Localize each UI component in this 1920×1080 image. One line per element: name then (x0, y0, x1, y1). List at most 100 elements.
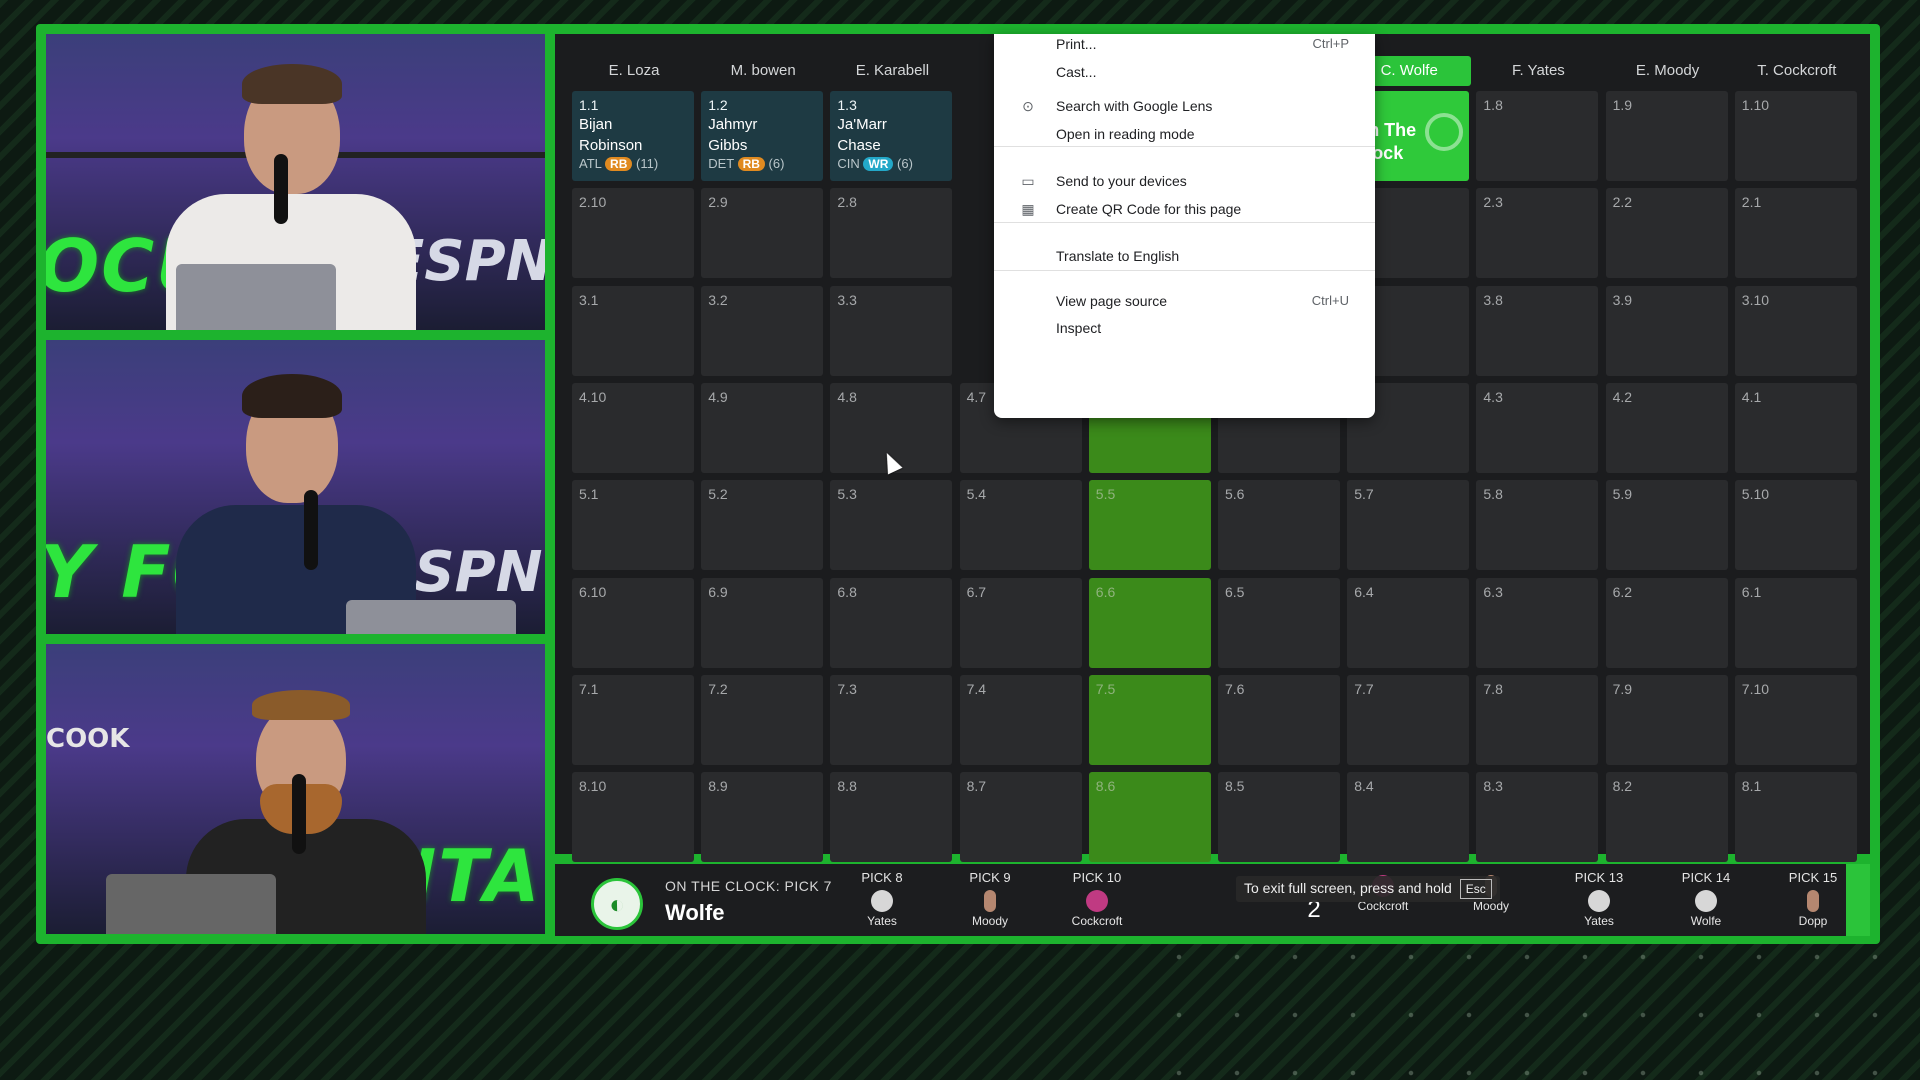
position-badge: RB (605, 157, 633, 171)
pick-number: 1.2 (708, 97, 728, 113)
draft-pick-cell[interactable]: 1.2 Jahmyr Gibbs DET RB (6) (701, 91, 824, 181)
pick-number: 5.7 (1354, 486, 1374, 503)
pick-number: 1.3 (837, 97, 857, 113)
camera-feed-bottom: NTA COOK (46, 644, 545, 934)
draft-slot-cell[interactable]: 1.8 (1476, 91, 1599, 181)
pick-number: 5.6 (1225, 486, 1245, 503)
menu-item-shortcut: Ctrl+U (1311, 293, 1349, 308)
draft-slot-cell[interactable]: 5.5 (1088, 480, 1211, 571)
draft-slot-cell[interactable]: 2.2 (1605, 188, 1728, 279)
draft-slot-cell[interactable]: 3.9 (1605, 285, 1728, 376)
draft-slot-cell[interactable]: 6.9 (701, 577, 824, 668)
pick-number: 8.7 (966, 778, 987, 795)
draft-slot-cell[interactable]: 7.3 (830, 674, 953, 765)
draft-slot-cell[interactable]: 6.3 (1476, 577, 1599, 668)
draft-slot-cell[interactable]: 7.5 (1088, 674, 1211, 765)
qr-code-icon: ▦ (1021, 201, 1035, 217)
draft-slot-cell[interactable]: 8.9 (701, 772, 824, 863)
draft-slot-cell[interactable]: 1.10 (1734, 91, 1857, 181)
draft-slot-cell[interactable]: 7.9 (1605, 674, 1728, 765)
menu-item-send-to-your-devices[interactable]: ▭ Send to your devices (994, 167, 1375, 195)
pick-number: 3.1 (579, 291, 599, 308)
draft-slot-cell[interactable]: 6.10 (572, 577, 694, 668)
draft-slot-cell[interactable]: 8.6 (1088, 772, 1211, 863)
draft-slot-cell[interactable]: 2.10 (572, 188, 694, 279)
upcoming-pick: PICK 14 Wolfe (1656, 870, 1756, 928)
draft-slot-cell[interactable]: 8.10 (572, 772, 694, 863)
pick-number: 5.4 (966, 486, 987, 503)
draft-slot-cell[interactable]: 4.2 (1605, 382, 1728, 473)
pick-number: 5.2 (708, 486, 728, 503)
draft-slot-cell[interactable]: 7.10 (1734, 674, 1857, 765)
menu-item-open-in-reading-mode[interactable]: Open in reading mode (994, 120, 1375, 148)
draft-slot-cell[interactable]: 4.9 (701, 382, 824, 473)
draft-slot-cell[interactable]: 6.4 (1347, 577, 1470, 668)
pick-number: 7.10 (1741, 680, 1770, 697)
draft-slot-cell[interactable]: 6.2 (1605, 577, 1728, 668)
draft-slot-cell[interactable]: 3.1 (572, 285, 694, 376)
menu-item-view-page-source[interactable]: View page source Ctrl+U (994, 287, 1375, 315)
draft-slot-cell[interactable]: 5.8 (1476, 480, 1599, 571)
devices-icon: ▭ (1021, 173, 1035, 189)
draft-slot-cell[interactable]: 7.2 (701, 674, 824, 765)
pick-number: 2.2 (1612, 194, 1633, 211)
draft-slot-cell[interactable]: 7.4 (959, 674, 1082, 765)
draft-slot-cell[interactable]: 3.10 (1734, 285, 1857, 376)
draft-slot-cell[interactable]: 8.3 (1476, 772, 1599, 863)
pick-number: 8.6 (1095, 778, 1116, 795)
menu-item-create-qr-code-for-this-page[interactable]: ▦ Create QR Code for this page (994, 195, 1375, 223)
draft-slot-cell[interactable]: 5.7 (1347, 480, 1470, 571)
menu-item-search-with-google-lens[interactable]: ⊙ Search with Google Lens (994, 92, 1375, 120)
draft-slot-cell[interactable]: 6.7 (959, 577, 1082, 668)
draft-slot-cell[interactable]: 8.1 (1734, 772, 1857, 863)
draft-slot-cell[interactable]: 7.7 (1347, 674, 1470, 765)
draft-slot-cell[interactable]: 2.3 (1476, 188, 1599, 279)
upcoming-team-name: Yates (1584, 914, 1614, 928)
draft-slot-cell[interactable]: 2.8 (830, 188, 953, 279)
draft-slot-cell[interactable]: 4.3 (1476, 382, 1599, 473)
draft-slot-cell[interactable]: 7.6 (1218, 674, 1340, 765)
draft-slot-cell[interactable]: 5.6 (1218, 480, 1340, 571)
menu-item-translate-to-english[interactable]: Translate to English (994, 242, 1375, 270)
draft-slot-cell[interactable]: 8.5 (1218, 772, 1340, 863)
fullscreen-toast: To exit full screen, press and hold Esc (1236, 876, 1500, 902)
draft-slot-cell[interactable]: 8.7 (959, 772, 1082, 863)
upcoming-pick: PICK 13 Yates (1549, 870, 1649, 928)
pick-number: 3.10 (1741, 291, 1770, 308)
draft-slot-cell[interactable]: 3.3 (830, 285, 953, 376)
draft-slot-cell[interactable]: 8.4 (1347, 772, 1470, 863)
draft-slot-cell[interactable]: 4.1 (1734, 382, 1857, 473)
menu-item-print[interactable]: Print... Ctrl+P (994, 34, 1375, 58)
upcoming-team-name: Moody (971, 914, 1009, 928)
draft-pick-cell[interactable]: 1.3 Ja'Marr Chase CIN WR (6) (830, 91, 953, 181)
menu-item-cast[interactable]: Cast... (994, 58, 1375, 86)
draft-pick-cell[interactable]: 1.1 Bijan Robinson ATL RB (11) (572, 91, 694, 181)
draft-slot-cell[interactable]: 5.10 (1734, 480, 1857, 571)
player-meta: CIN WR (6) (837, 156, 945, 171)
draft-slot-cell[interactable]: 5.3 (830, 480, 953, 571)
draft-slot-cell[interactable]: 6.5 (1218, 577, 1340, 668)
draft-slot-cell[interactable]: 6.8 (830, 577, 953, 668)
draft-slot-cell[interactable]: 4.10 (572, 382, 694, 473)
draft-slot-cell[interactable]: 7.1 (572, 674, 694, 765)
draft-slot-cell[interactable]: 6.6 (1088, 577, 1211, 668)
draft-slot-cell[interactable]: 5.1 (572, 480, 694, 571)
draft-slot-cell[interactable]: 2.1 (1734, 188, 1857, 279)
draft-slot-cell[interactable]: 8.2 (1605, 772, 1728, 863)
pick-number: 3.2 (708, 291, 728, 308)
draft-slot-cell[interactable]: 5.4 (959, 480, 1082, 571)
upcoming-pick-number: PICK 8 (861, 870, 903, 885)
draft-slot-cell[interactable]: 5.2 (701, 480, 824, 571)
pick-number: 4.10 (579, 388, 607, 405)
draft-slot-cell[interactable]: 7.8 (1476, 674, 1599, 765)
draft-slot-cell[interactable]: 8.8 (830, 772, 953, 863)
draft-slot-cell[interactable]: 3.8 (1476, 285, 1599, 376)
draft-slot-cell[interactable]: 2.9 (701, 188, 824, 279)
draft-slot-cell[interactable]: 1.9 (1605, 91, 1728, 181)
menu-item-inspect[interactable]: Inspect (994, 314, 1375, 342)
draft-slot-cell[interactable]: 3.2 (701, 285, 824, 376)
draft-slot-cell[interactable]: 6.1 (1734, 577, 1857, 668)
menu-separator (994, 222, 1375, 223)
pick-number: 6.8 (837, 583, 857, 600)
draft-slot-cell[interactable]: 5.9 (1605, 480, 1728, 571)
